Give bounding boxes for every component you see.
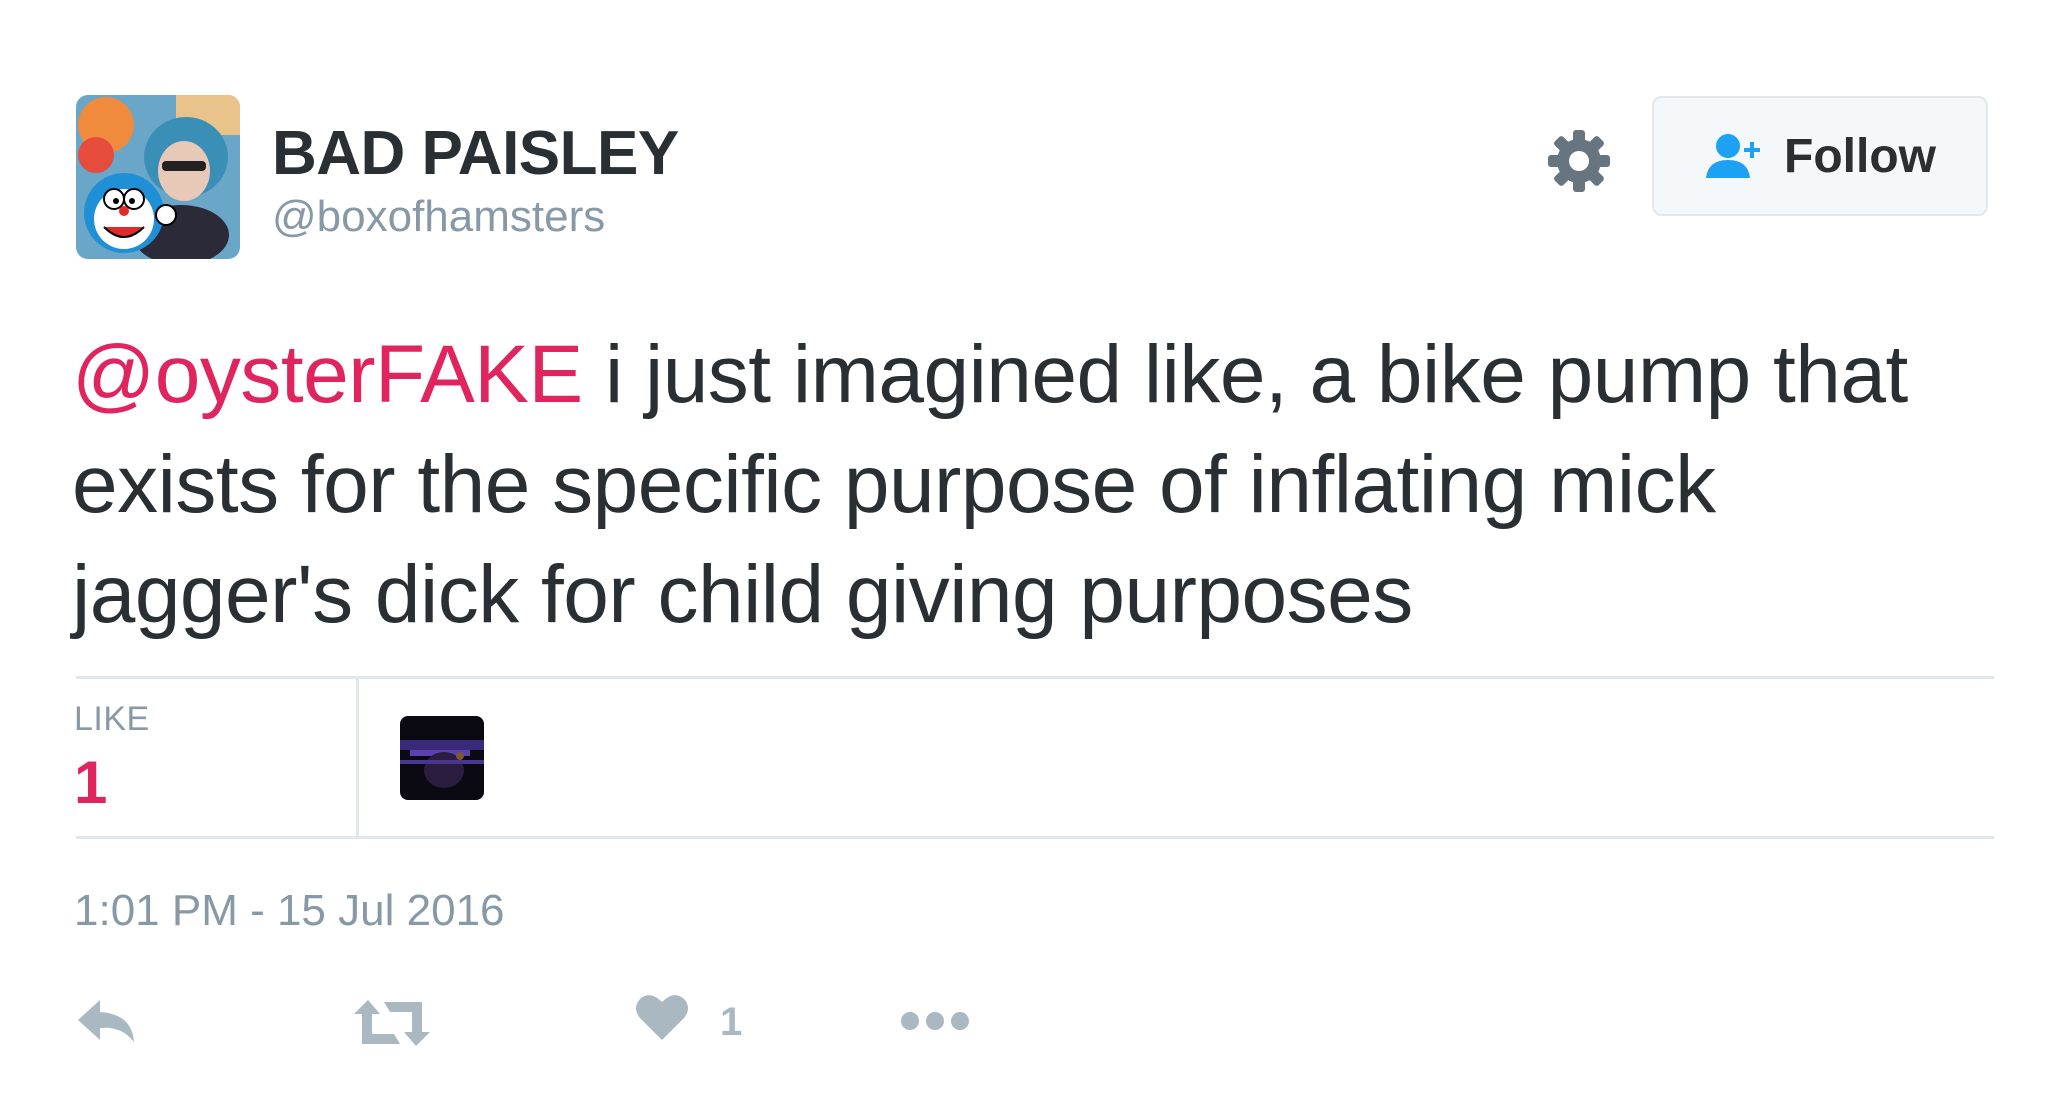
follow-button[interactable]: Follow — [1652, 96, 1988, 216]
stats-divider-top — [76, 676, 1994, 679]
gear-icon[interactable] — [1546, 128, 1612, 194]
display-name[interactable]: BAD PAISLEY — [272, 118, 679, 189]
add-user-icon — [1706, 134, 1761, 178]
user-handle[interactable]: @boxofhamsters — [272, 192, 605, 242]
stats-separator — [356, 678, 359, 836]
mention-link[interactable]: @oysterFAKE — [72, 329, 583, 420]
like-action-count: 1 — [720, 1000, 743, 1044]
retweet-icon[interactable] — [354, 998, 430, 1048]
heart-icon[interactable] — [634, 992, 690, 1042]
tweet-timestamp[interactable]: 1:01 PM - 15 Jul 2016 — [74, 886, 504, 936]
avatar[interactable] — [76, 95, 240, 259]
tweet-text: @oysterFAKE i just imagined like, a bike… — [72, 320, 1972, 650]
reply-icon[interactable] — [76, 996, 138, 1046]
stats-divider-bottom — [76, 836, 1994, 839]
like-stat-count[interactable]: 1 — [74, 748, 107, 817]
liker-avatar[interactable] — [400, 716, 484, 800]
follow-label: Follow — [1784, 129, 1936, 183]
like-stat-label[interactable]: LIKE — [74, 700, 150, 739]
tweet-card: BAD PAISLEY @boxofhamsters Follow @oyste… — [0, 0, 2048, 1107]
more-dots-icon[interactable] — [900, 1010, 970, 1032]
